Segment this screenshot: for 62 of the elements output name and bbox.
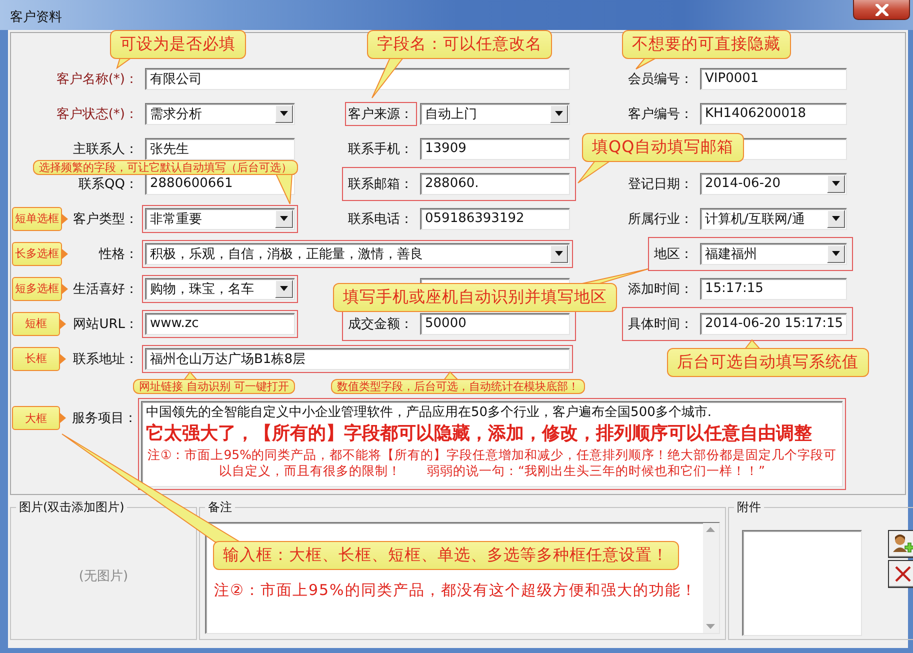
field-label: 客户来源：: [348, 106, 414, 122]
callout-tooltip: 网址链接 自动识别 可一键打开: [133, 379, 295, 394]
group-title: 图片(双击添加图片): [18, 499, 126, 516]
field-label: 成交金额：: [348, 316, 414, 332]
callout-tooltip: 字段名：可以任意改名: [367, 30, 552, 59]
field-label: 客户编号：: [628, 106, 694, 122]
dropdown-field[interactable]: 福建福州: [700, 242, 847, 264]
callout-tooltip: 数值类型字段，后台可选，自动统计在模块底部！: [331, 379, 585, 394]
field-label: 联系QQ：: [78, 176, 139, 192]
text-line: 中国领先的全智能自定义中小企业管理软件，产品应用在50多个行业，客户遍布全国500多个城市.: [146, 404, 712, 421]
field-label: 会员编号：: [628, 70, 694, 88]
field-label: 客户状态(*)：: [56, 106, 139, 122]
callout-tooltip: 填QQ自动填写邮箱: [582, 133, 744, 162]
highlight-text: 注①：市面上95%的同类产品，都不能将【所有的】字段任意增加和减少，任意排列顺序！绝大部份都是固定几个字段可以自定义，而且有很多的限制！ 弱弱的说一句：“我刚出生头三年的时候也和它们一样！！”: [146, 447, 838, 479]
input-field[interactable]: 15:17:15: [700, 278, 847, 300]
callout-tooltip: 选择频繁的字段，可让它默认自动填写（后台可选）: [33, 160, 298, 175]
group-title: 备注: [207, 499, 233, 516]
field-label: 联系手机：: [348, 140, 414, 158]
field-label: 具体时间：: [628, 316, 694, 332]
field-label: 客户名称(*)：: [56, 70, 139, 88]
callout-tooltip: 填写手机或座机自动识别并填写地区: [333, 283, 617, 312]
field-label: 联系地址：: [73, 350, 139, 368]
group-title: 附件: [736, 499, 762, 516]
dropdown-field[interactable]: 购物，珠宝，名车: [145, 278, 295, 300]
field-label: 网站URL：: [73, 316, 139, 332]
dropdown-field[interactable]: 2014-06-20: [700, 172, 847, 194]
callout-tooltip: 不想要的可直接隐藏: [622, 30, 790, 59]
callout-tooltip: 可设为是否必填: [110, 30, 246, 59]
input-field[interactable]: www.zc: [145, 312, 295, 334]
field-label: 主联系人：: [73, 140, 139, 158]
empty-text: (无图片): [78, 568, 128, 585]
field-label: 客户类型：: [73, 210, 139, 228]
input-field[interactable]: 059186393192: [420, 208, 570, 230]
input-field[interactable]: 288060.: [420, 172, 570, 194]
dropdown-field[interactable]: 积极，乐观，自信，消极，正能量，激情，善良: [145, 242, 570, 264]
text-area[interactable]: 中国领先的全智能自定义中小企业管理软件，产品应用在50多个行业，客户遍布全国500多个城市. 它太强大了，【所有的】字段都可以隐藏，添加，修改，排列顺序可以任意自由调整 注①：市面上95%的同类产品，都不能将【所有的】字段任意增加和减少，任意排列顺序！绝大部份都是固定几个字段可以自定义，而且有很多的限制！ 弱弱的说一句：“我刚出生头三年的时候也和它们一样！！”: [141, 401, 843, 487]
field-label: 联系邮箱：: [348, 176, 414, 192]
field-label: 生活喜好：: [73, 280, 139, 298]
field-label: 性格：: [99, 246, 139, 262]
dropdown-field[interactable]: 计算机/互联网/通: [700, 208, 847, 230]
dropdown-field[interactable]: 需求分析: [145, 102, 295, 124]
field-label: 登记日期：: [628, 176, 694, 192]
field-label: 所属行业：: [628, 210, 694, 228]
field-label: 添加时间：: [628, 280, 694, 298]
input-field[interactable]: 有限公司: [145, 68, 570, 90]
dropdown-field[interactable]: 自动上门: [420, 102, 570, 124]
field-label: 服务项目：: [72, 410, 138, 427]
input-field[interactable]: 50000: [420, 312, 570, 334]
field-label: 联系电话：: [348, 210, 414, 228]
callout-tooltip: 输入框：大框、长框、短框、单选、多选等多种框任意设置！: [213, 541, 678, 570]
dropdown-field[interactable]: 非常重要: [145, 208, 295, 230]
window-title: 客户资料: [10, 9, 62, 26]
input-field[interactable]: KH1406200018: [700, 102, 847, 124]
field-label: 地区：: [654, 246, 694, 262]
input-field[interactable]: 2014-06-20 15:17:15: [700, 312, 847, 334]
note-text: 注②：市面上95%的同类产品，都没有这个超级方便和强大的功能！: [214, 581, 697, 600]
callout-tooltip: 后台可选自动填写系统值: [667, 348, 868, 377]
input-field[interactable]: 张先生: [145, 138, 295, 160]
input-field[interactable]: 福州仓山万达广场B1栋8层: [145, 348, 570, 370]
input-field[interactable]: VIP0001: [700, 68, 847, 90]
input-field[interactable]: 13909: [420, 138, 570, 160]
highlight-text: 它太强大了，【所有的】字段都可以隐藏，添加，修改，排列顺序可以任意自由调整: [146, 422, 813, 446]
